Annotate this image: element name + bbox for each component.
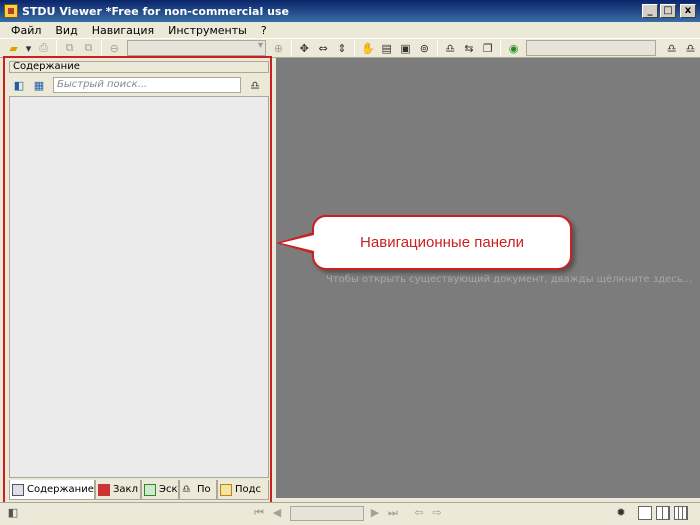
toolbar-search-input[interactable]: [526, 40, 657, 56]
tab-bookmarks[interactable]: Закл: [95, 480, 141, 500]
select-text-icon[interactable]: ▤: [379, 40, 394, 56]
binoculars-icon: ♎: [182, 483, 191, 495]
menu-help[interactable]: ?: [254, 24, 274, 37]
select-image-icon[interactable]: ▣: [398, 40, 413, 56]
print-icon[interactable]: ⎙: [36, 40, 51, 56]
tab-thumbnails-label: Эск: [159, 484, 178, 495]
swap-icon[interactable]: ⇆: [462, 40, 477, 56]
multi-page-view-icon[interactable]: [674, 506, 688, 520]
zoom-combo[interactable]: [126, 40, 266, 56]
copy-icon[interactable]: ⧉: [81, 40, 96, 56]
toolbar: ▰ ▾ ⎙ ⧉ ⧉ ⊖ ⊕ ✥ ⇔ ⇕ ✋ ▤ ▣ ⊚ ♎ ⇆ ❐ ◉ ♎ ♎: [0, 38, 700, 58]
menu-view[interactable]: Вид: [48, 24, 84, 37]
navigation-panel: Содержание ◧ ▦ Быстрый поиск... ♎ Содерж…: [6, 58, 272, 502]
contents-icon: [12, 483, 24, 496]
zoom-in-icon[interactable]: ⊕: [271, 40, 286, 56]
dropdown-arrow-icon[interactable]: ▾: [25, 40, 32, 56]
first-page-icon[interactable]: ⏮: [252, 506, 266, 520]
toggle-panel-icon[interactable]: ◧: [6, 506, 20, 520]
close-button[interactable]: x: [680, 4, 696, 18]
toolbar-separator: [354, 40, 356, 56]
tab-highlights-label: Подс: [235, 484, 262, 495]
tab-search-label: По: [197, 484, 211, 495]
toolbar-separator: [100, 40, 102, 56]
thumbnails-icon: [144, 483, 156, 496]
panel-tools: ◧ ▦ Быстрый поиск... ♎: [9, 76, 269, 94]
search-options-icon[interactable]: ♎: [683, 40, 698, 56]
quick-search-icon[interactable]: ♎: [247, 77, 263, 93]
tab-bookmarks-label: Закл: [113, 484, 138, 495]
collapse-toc-icon[interactable]: ▦: [31, 77, 47, 93]
last-page-icon[interactable]: ⏭: [386, 506, 400, 520]
panel-tabs: Содержание Закл Эск ♎ По Подс: [9, 480, 269, 500]
menu-tools[interactable]: Инструменты: [161, 24, 254, 37]
magnifier-icon[interactable]: ⊚: [417, 40, 432, 56]
web-search-icon[interactable]: ◉: [506, 40, 521, 56]
fit-width-icon[interactable]: ⇔: [316, 40, 331, 56]
menu-file[interactable]: Файл: [4, 24, 48, 37]
expand-toc-icon[interactable]: ◧: [11, 77, 27, 93]
window-title: STDU Viewer *Free for non-commercial use: [22, 4, 289, 18]
forward-icon[interactable]: ⇨: [430, 506, 444, 520]
tab-search[interactable]: ♎ По: [179, 480, 217, 500]
tab-contents-label: Содержание: [27, 484, 94, 495]
find-icon[interactable]: ♎: [443, 40, 458, 56]
two-page-view-icon[interactable]: [656, 506, 670, 520]
back-icon[interactable]: ⇦: [412, 506, 426, 520]
export-icon[interactable]: ⧉: [62, 40, 77, 56]
pages-icon[interactable]: ❐: [480, 40, 495, 56]
settings-gear-icon[interactable]: ✹: [614, 506, 628, 520]
toolbar-separator: [500, 40, 502, 56]
callout-text: Навигационные панели: [360, 234, 524, 251]
panel-header: Содержание: [9, 61, 269, 73]
toolbar-separator: [290, 40, 292, 56]
menu-bar: Файл Вид Навигация Инструменты ?: [0, 22, 700, 38]
fit-page-icon[interactable]: ✥: [297, 40, 312, 56]
menu-navigation[interactable]: Навигация: [85, 24, 161, 37]
toc-tree[interactable]: [9, 96, 269, 478]
quick-search-input[interactable]: Быстрый поиск...: [53, 77, 241, 93]
zoom-out-icon[interactable]: ⊖: [107, 40, 122, 56]
callout-bubble: Навигационные панели: [312, 215, 572, 270]
tab-thumbnails[interactable]: Эск: [141, 480, 179, 500]
toolbar-separator: [56, 40, 58, 56]
empty-workspace-hint[interactable]: Чтобы открыть существующий документ, два…: [326, 274, 692, 285]
minimize-button[interactable]: _: [642, 4, 658, 18]
single-page-view-icon[interactable]: [638, 506, 652, 520]
toolbar-separator: [436, 40, 438, 56]
tab-highlights[interactable]: Подс: [217, 480, 269, 500]
open-folder-icon[interactable]: ▰: [6, 40, 21, 56]
bookmark-icon: [98, 483, 110, 496]
search-binoculars-icon[interactable]: ♎: [664, 40, 679, 56]
title-bar: STDU Viewer *Free for non-commercial use…: [0, 0, 700, 22]
app-icon: [4, 4, 18, 18]
callout-pointer-inner: [281, 235, 314, 251]
previous-page-icon[interactable]: ◀: [270, 506, 284, 520]
tab-contents[interactable]: Содержание: [9, 480, 95, 500]
fit-height-icon[interactable]: ⇕: [335, 40, 350, 56]
status-bar: ◧ ⏮ ◀ ▶ ⏭ ⇦ ⇨ ✹: [0, 502, 700, 525]
maximize-button[interactable]: □: [660, 4, 676, 18]
page-number-input[interactable]: [290, 506, 364, 521]
hand-tool-icon[interactable]: ✋: [360, 40, 375, 56]
highlights-icon: [220, 483, 232, 496]
next-page-icon[interactable]: ▶: [368, 506, 382, 520]
